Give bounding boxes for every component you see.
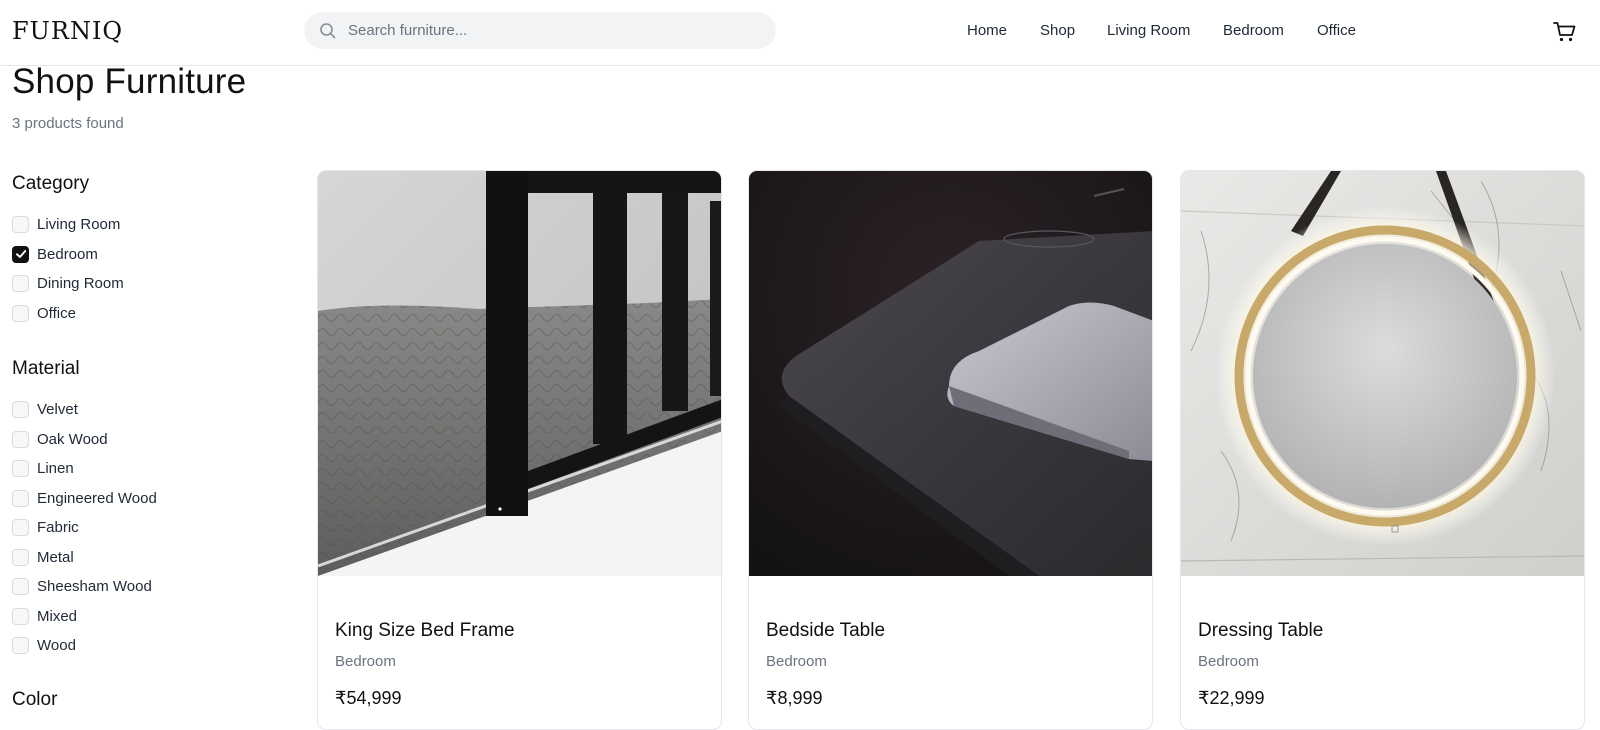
checkbox[interactable] (12, 216, 29, 234)
filter-label: Linen (37, 460, 74, 478)
product-image-bed-frame[interactable] (318, 171, 722, 576)
filter-label: Fabric (37, 519, 79, 537)
filter-material-velvet[interactable]: Velvet (12, 395, 157, 425)
checkbox[interactable] (12, 637, 29, 655)
checkmark-icon (15, 250, 26, 259)
checkbox[interactable] (12, 578, 29, 596)
filter-label: Wood (37, 637, 76, 655)
checkbox-checked[interactable] (12, 245, 29, 263)
product-name[interactable]: Dressing Table (1198, 620, 1323, 642)
filter-material-fabric[interactable]: Fabric (12, 513, 157, 543)
product-card-bed-frame[interactable]: King Size Bed Frame Bedroom ₹54,999 (317, 170, 722, 730)
product-category: Bedroom (766, 653, 827, 670)
filter-category-bedroom[interactable]: Bedroom (12, 240, 124, 270)
product-card-bedside-table[interactable]: Bedside Table Bedroom ₹8,999 (748, 170, 1153, 730)
site-header: FURNIQ Home Shop Living Room Bedroom Off… (0, 0, 1600, 66)
search-input[interactable] (348, 22, 748, 39)
search-bar[interactable] (304, 12, 776, 49)
filter-material-engineered-wood[interactable]: Engineered Wood (12, 484, 157, 514)
filter-label: Engineered Wood (37, 489, 157, 507)
checkbox[interactable] (12, 304, 29, 322)
logo[interactable]: FURNIQ (12, 17, 123, 45)
filter-material-sheesham-wood[interactable]: Sheesham Wood (12, 572, 157, 602)
filter-material-metal[interactable]: Metal (12, 543, 157, 573)
filter-label: Metal (37, 548, 74, 566)
material-filter-list: Velvet Oak Wood Linen Engineered Wood Fa… (12, 395, 157, 661)
filter-material-linen[interactable]: Linen (12, 454, 157, 484)
filter-label: Living Room (37, 216, 121, 234)
filter-label: Mixed (37, 607, 78, 625)
checkbox[interactable] (12, 607, 29, 625)
product-name[interactable]: Bedside Table (766, 620, 885, 642)
nav-bedroom[interactable]: Bedroom (1223, 22, 1284, 39)
page-title: Shop Furniture (12, 62, 247, 101)
filter-category-office[interactable]: Office (12, 299, 124, 329)
filter-category-dining-room[interactable]: Dining Room (12, 269, 124, 299)
product-image-dressing-table[interactable] (1181, 171, 1585, 576)
nav-shop[interactable]: Shop (1040, 22, 1075, 39)
checkbox[interactable] (12, 430, 29, 448)
category-heading: Category (12, 173, 90, 194)
filter-label: Dining Room (37, 275, 124, 293)
checkbox[interactable] (12, 401, 29, 419)
result-count: 3 products found (12, 115, 124, 132)
material-heading: Material (12, 358, 80, 379)
product-name[interactable]: King Size Bed Frame (335, 620, 515, 642)
product-category: Bedroom (1198, 653, 1259, 670)
product-price: ₹54,999 (335, 688, 402, 708)
filter-label: Office (37, 304, 76, 322)
nav-office[interactable]: Office (1317, 22, 1356, 39)
filter-material-mixed[interactable]: Mixed (12, 602, 157, 632)
checkbox[interactable] (12, 489, 29, 507)
checkbox[interactable] (12, 275, 29, 293)
search-icon (320, 22, 336, 38)
product-price: ₹22,999 (1198, 688, 1265, 708)
filter-label: Bedroom (37, 245, 98, 263)
filter-label: Sheesham Wood (37, 578, 152, 596)
checkbox[interactable] (12, 519, 29, 537)
filter-label: Velvet (37, 401, 78, 419)
nav-living-room[interactable]: Living Room (1107, 22, 1190, 39)
product-image-bedside-table[interactable] (749, 171, 1153, 576)
checkbox[interactable] (12, 548, 29, 566)
cart-icon[interactable] (1553, 21, 1577, 43)
product-category: Bedroom (335, 653, 396, 670)
filter-material-oak-wood[interactable]: Oak Wood (12, 425, 157, 455)
filter-label: Oak Wood (37, 430, 108, 448)
checkbox[interactable] (12, 460, 29, 478)
color-heading: Color (12, 689, 58, 710)
filter-material-wood[interactable]: Wood (12, 631, 157, 661)
nav-home[interactable]: Home (967, 22, 1007, 39)
category-filter-list: Living Room Bedroom Dining Room Office (12, 210, 124, 328)
product-card-dressing-table[interactable]: Dressing Table Bedroom ₹22,999 (1180, 170, 1585, 730)
product-price: ₹8,999 (766, 688, 823, 708)
filter-category-living-room[interactable]: Living Room (12, 210, 124, 240)
